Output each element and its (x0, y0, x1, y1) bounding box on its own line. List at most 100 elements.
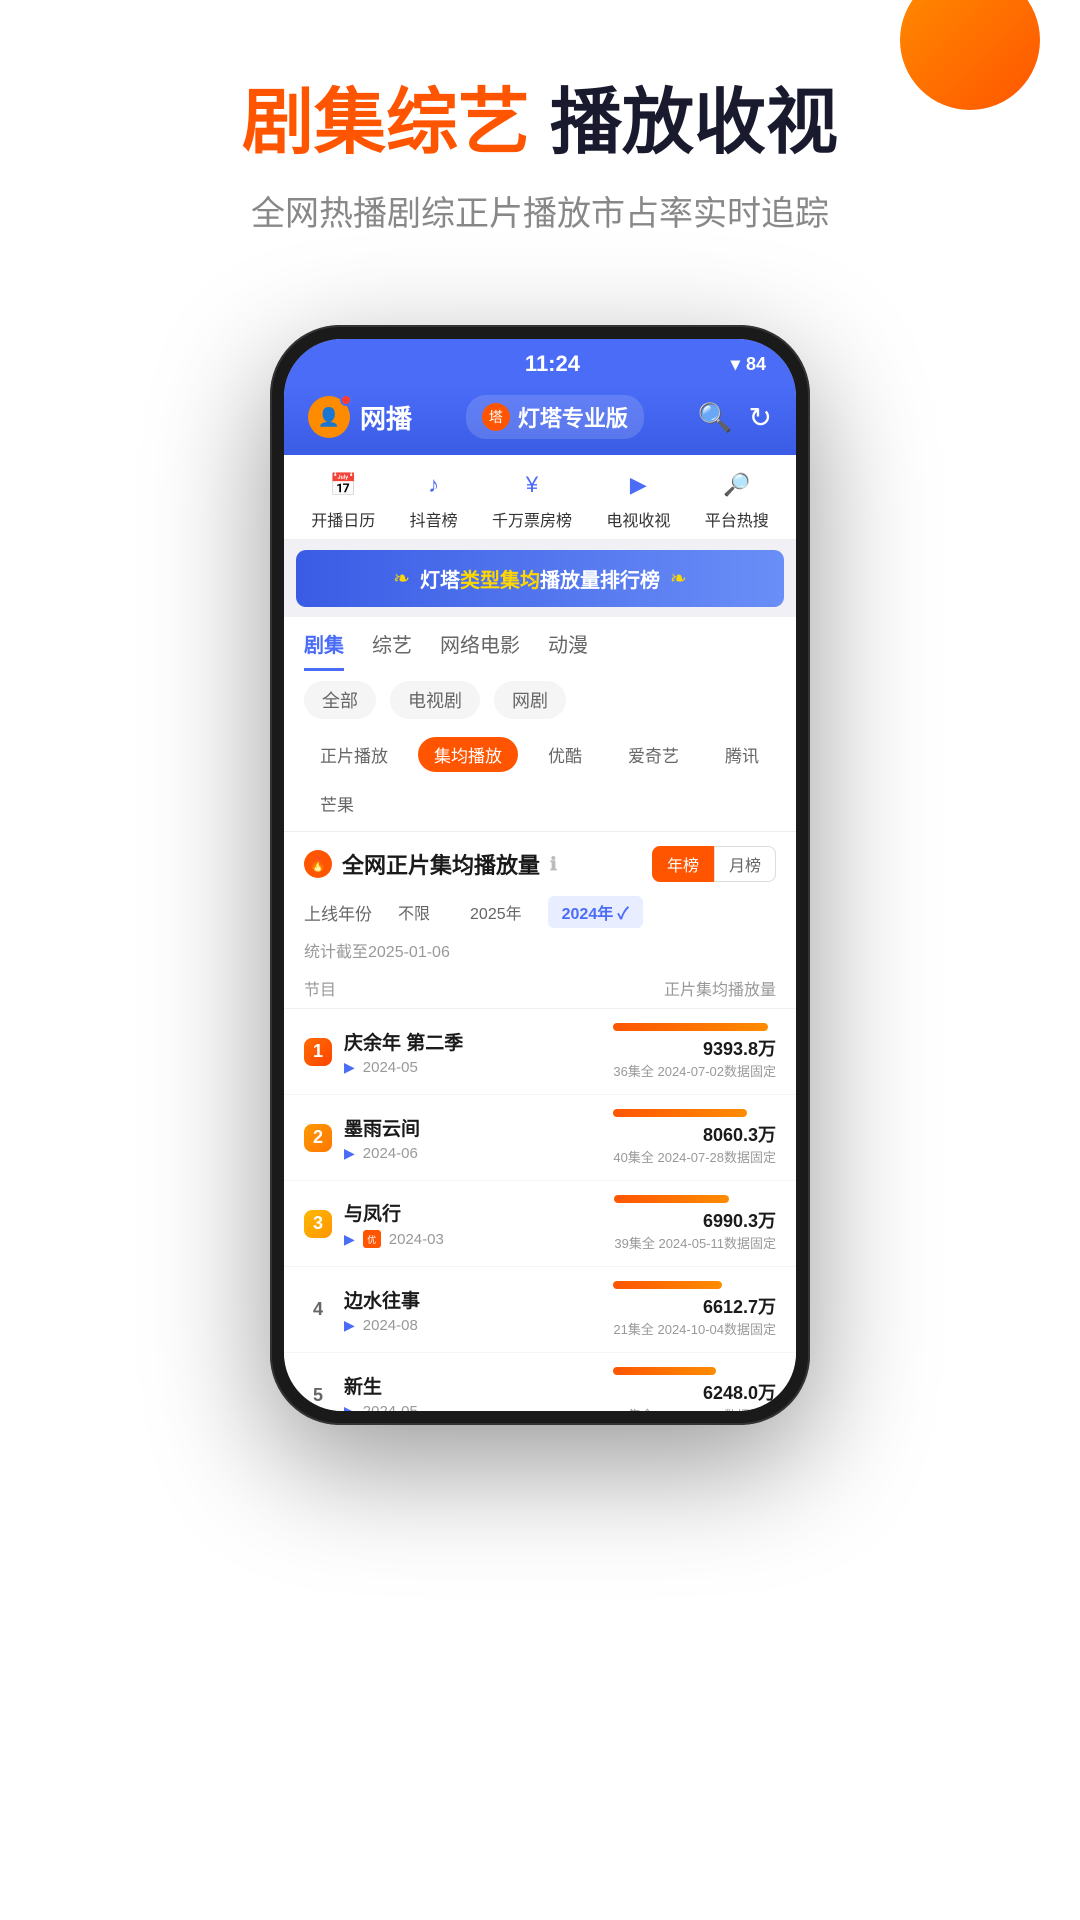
nav-tab-tv[interactable]: ▶ 电视收视 (606, 467, 670, 531)
item-info-5: 新生 ▶ 2024-05 (344, 1372, 601, 1412)
list-item[interactable]: 4 边水往事 ▶ 2024-08 6612.7万 21集全 2024-1 (284, 1267, 796, 1353)
year-2025[interactable]: 2025年 (456, 896, 536, 928)
sub-iqiyi[interactable]: 爱奇艺 (612, 737, 695, 772)
info-icon[interactable]: ℹ (550, 854, 557, 875)
item-detail-5: 10集全 2024-06-14数据固定 (613, 1405, 776, 1411)
nav-tab-douyin-label: 抖音榜 (410, 507, 458, 531)
battery-value: 84 (746, 354, 766, 375)
nav-tab-tv-label: 电视收视 (606, 507, 670, 531)
item-detail-3: 39集全 2024-05-11数据固定 (614, 1233, 776, 1252)
rank-badge-5: 5 (304, 1382, 332, 1410)
play-icon-1: ▶ (344, 1059, 355, 1076)
filter-row: 全部 电视剧 网剧 (284, 671, 796, 729)
refresh-icon[interactable]: ↻ (749, 401, 772, 434)
item-detail-4: 21集全 2024-10-04数据固定 (613, 1319, 776, 1338)
hero-title-dark: 播放收视 (550, 83, 838, 163)
banner-text: 灯塔类型集均播放量排行榜 (420, 564, 660, 593)
ranking-banner[interactable]: ❧ 灯塔类型集均播放量排行榜 ❧ (296, 550, 784, 607)
platform-icon-3: 优 (363, 1230, 381, 1248)
hero-subtitle: 全网热播剧综正片播放市占率实时追踪 (60, 186, 1020, 235)
play-icon-2: ▶ (344, 1145, 355, 1162)
item-bar-wrap-3 (614, 1195, 776, 1203)
item-data-3: 6990.3万 39集全 2024-05-11数据固定 (614, 1195, 776, 1252)
phone-inner: 11:24 ▾ 84 👤 网播 塔 灯塔专业版 (284, 339, 796, 1411)
item-name-3: 与凤行 (344, 1199, 602, 1226)
item-bar-5 (613, 1367, 715, 1375)
item-info-2: 墨雨云间 ▶ 2024-06 (344, 1114, 601, 1162)
table-header: 节目 正片集均播放量 (284, 970, 796, 1009)
nav-tab-boxoffice[interactable]: ¥ 千万票房榜 (492, 467, 572, 531)
rank-badge-1: 1 (304, 1038, 332, 1066)
item-name-2: 墨雨云间 (344, 1114, 601, 1141)
table-col-program: 节目 (304, 976, 336, 1000)
toggle-monthly[interactable]: 月榜 (714, 846, 776, 882)
status-time: 11:24 (525, 351, 580, 377)
sub-filter: 正片播放 集均播放 优酷 爱奇艺 腾讯 芒果 (284, 729, 796, 832)
play-icon-5: ▶ (344, 1403, 355, 1412)
tab-variety[interactable]: 综艺 (372, 629, 412, 671)
lighthouse-icon: 塔 (482, 403, 510, 431)
filter-all[interactable]: 全部 (304, 681, 376, 719)
item-name-1: 庆余年 第二季 (344, 1028, 601, 1055)
status-bar: 11:24 ▾ 84 (284, 339, 796, 385)
year-2024[interactable]: 2024年 ✓ (548, 896, 643, 928)
toggle-yearly[interactable]: 年榜 (652, 846, 714, 882)
item-data-4: 6612.7万 21集全 2024-10-04数据固定 (613, 1281, 776, 1338)
sub-youku[interactable]: 优酷 (532, 737, 598, 772)
play-icon-3: ▶ (344, 1231, 355, 1248)
item-year-2: 2024-06 (363, 1145, 418, 1162)
nav-tab-calendar-label: 开播日历 (311, 507, 375, 531)
section-header: 🔥 全网正片集均播放量 ℹ 年榜 月榜 (284, 832, 796, 888)
section-title: 🔥 全网正片集均播放量 ℹ (304, 848, 557, 880)
platform-search-icon: 🔎 (719, 467, 755, 503)
nav-tab-search[interactable]: 🔎 平台热搜 (705, 467, 769, 531)
stats-date: 统计截至2025-01-06 (284, 934, 796, 970)
tab-web-movie[interactable]: 网络电影 (440, 629, 520, 671)
sub-mango[interactable]: 芒果 (304, 786, 370, 821)
filter-web-drama[interactable]: 网剧 (494, 681, 566, 719)
banner-right-leaf: ❧ (670, 566, 687, 591)
year-filter: 上线年份 不限 2025年 2024年 ✓ (284, 888, 796, 934)
avatar[interactable]: 👤 (308, 396, 350, 438)
item-bar-2 (613, 1109, 746, 1117)
year-filter-label: 上线年份 (304, 900, 372, 925)
boxoffice-icon: ¥ (514, 467, 550, 503)
list-item[interactable]: 5 新生 ▶ 2024-05 6248.0万 10集全 2024-06- (284, 1353, 796, 1411)
item-bar-4 (613, 1281, 722, 1289)
item-bar-1 (613, 1023, 767, 1031)
search-icon[interactable]: 🔍 (698, 401, 733, 434)
sub-tencent[interactable]: 腾讯 (709, 737, 775, 772)
item-name-5: 新生 (344, 1372, 601, 1399)
item-year-3: 2024-03 (389, 1231, 444, 1248)
list-item[interactable]: 2 墨雨云间 ▶ 2024-06 8060.3万 40集全 2024-0 (284, 1095, 796, 1181)
sub-original-play[interactable]: 正片播放 (304, 737, 404, 772)
item-meta-2: ▶ 2024-06 (344, 1145, 601, 1162)
header-nav-label: 网播 (360, 399, 412, 436)
hero-title-orange: 剧集综艺 (242, 83, 530, 163)
nav-tab-calendar[interactable]: 📅 开播日历 (311, 467, 375, 531)
banner-highlight: 类型集均 (460, 570, 540, 592)
item-year-5: 2024-05 (363, 1403, 418, 1412)
list-item[interactable]: 1 庆余年 第二季 ▶ 2024-05 9393.8万 36集全 202 (284, 1009, 796, 1095)
year-unlimited[interactable]: 不限 (384, 896, 444, 928)
item-meta-3: ▶ 优 2024-03 (344, 1230, 602, 1248)
item-detail-1: 36集全 2024-07-02数据固定 (613, 1061, 776, 1080)
item-name-4: 边水往事 (344, 1286, 601, 1313)
tab-drama[interactable]: 剧集 (304, 629, 344, 671)
calendar-icon: 📅 (325, 467, 361, 503)
play-icon-4: ▶ (344, 1317, 355, 1334)
item-value-3: 6990.3万 (614, 1207, 776, 1233)
item-value-1: 9393.8万 (613, 1035, 776, 1061)
table-col-playcount: 正片集均播放量 (664, 976, 776, 1000)
item-detail-2: 40集全 2024-07-28数据固定 (613, 1147, 776, 1166)
list-item[interactable]: 3 与凤行 ▶ 优 2024-03 6990.3万 (284, 1181, 796, 1267)
filter-tv-drama[interactable]: 电视剧 (390, 681, 480, 719)
tab-anime[interactable]: 动漫 (548, 629, 588, 671)
item-data-2: 8060.3万 40集全 2024-07-28数据固定 (613, 1109, 776, 1166)
item-data-1: 9393.8万 36集全 2024-07-02数据固定 (613, 1023, 776, 1080)
rank-badge-3: 3 (304, 1210, 332, 1238)
nav-tab-douyin[interactable]: ♪ 抖音榜 (410, 467, 458, 531)
nav-tab-search-label: 平台热搜 (705, 507, 769, 531)
header-brand[interactable]: 塔 灯塔专业版 (466, 395, 644, 439)
sub-episode-avg[interactable]: 集均播放 (418, 737, 518, 772)
